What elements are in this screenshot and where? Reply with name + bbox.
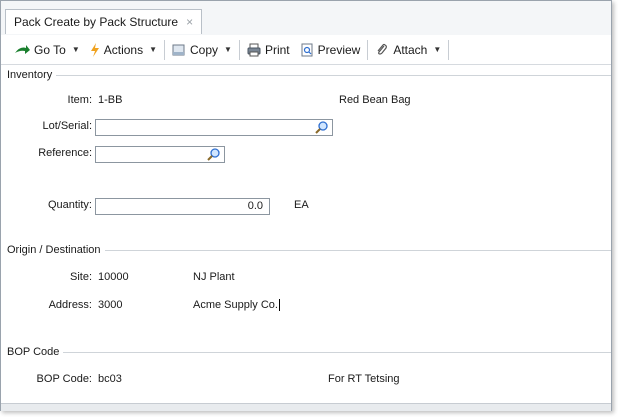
bop-code-value: bc03 [98, 373, 122, 385]
actions-button[interactable]: Actions ▼ [85, 39, 162, 61]
text-cursor [278, 299, 280, 312]
chevron-down-icon: ▼ [149, 45, 158, 54]
section-divider [7, 352, 611, 353]
reference-input[interactable] [95, 146, 225, 163]
search-icon[interactable] [206, 147, 221, 162]
quantity-value: 0.0 [247, 200, 263, 212]
bop-legend: BOP Code [7, 346, 64, 358]
paperclip-icon [377, 43, 388, 55]
toolbar-separator [448, 39, 450, 60]
attach-button[interactable]: Attach ▼ [370, 39, 446, 61]
address-description[interactable]: Acme Supply Co. [193, 299, 280, 312]
site-value: 10000 [98, 271, 129, 283]
address-value: 3000 [98, 299, 123, 311]
bop-code-label: BOP Code: [36, 373, 92, 385]
lot-serial-label: Lot/Serial: [42, 120, 92, 132]
actions-label: Actions [103, 42, 144, 57]
copy-button[interactable]: Copy ▼ [167, 39, 237, 61]
toolbar: Go To ▼ Actions ▼ Copy ▼ Print Preview A… [1, 35, 611, 65]
unit-of-measure: EA [294, 199, 309, 211]
pack-create-window: Pack Create by Pack Structure × Go To ▼ … [0, 0, 612, 411]
address-label: Address: [48, 299, 92, 311]
site-label: Site: [69, 271, 92, 283]
copy-label: Copy [190, 42, 219, 57]
lot-serial-input[interactable] [95, 119, 333, 136]
origin-legend: Origin / Destination [7, 244, 105, 256]
toolbar-separator [164, 39, 166, 60]
address-description-text: Acme Supply Co. [193, 299, 278, 311]
print-label: Print [264, 42, 290, 57]
toolbar-separator [238, 39, 240, 60]
quantity-input[interactable]: 0.0 [95, 198, 270, 215]
section-divider [7, 75, 611, 76]
attach-label: Attach [393, 42, 428, 57]
preview-button[interactable]: Preview [295, 39, 366, 61]
chevron-down-icon: ▼ [224, 45, 232, 54]
quantity-label: Quantity: [47, 199, 92, 211]
inventory-section: Inventory Item: 1-BB Red Bean Bag Lot/Se… [1, 67, 611, 227]
tab-title: Pack Create by Pack Structure [14, 15, 179, 29]
tab-strip: Pack Create by Pack Structure × [1, 1, 611, 36]
lightning-icon [90, 42, 99, 57]
item-label: Item: [67, 94, 92, 106]
preview-icon [301, 43, 313, 56]
bottom-scroll-bar [1, 403, 611, 411]
tab-pack-create[interactable]: Pack Create by Pack Structure × [5, 9, 203, 34]
goto-arrow-icon [15, 44, 30, 54]
printer-icon [247, 43, 261, 56]
reference-label: Reference: [38, 147, 92, 159]
goto-label: Go To [34, 42, 66, 57]
preview-label: Preview [317, 42, 361, 57]
copy-icon [172, 44, 185, 55]
toolbar-separator [367, 39, 369, 60]
site-description: NJ Plant [193, 271, 235, 283]
bop-code-section: BOP Code BOP Code: bc03 For RT Tetsing [1, 345, 611, 405]
close-icon[interactable]: × [186, 15, 193, 29]
item-description: Red Bean Bag [339, 94, 411, 106]
chevron-down-icon: ▼ [433, 45, 442, 54]
print-button[interactable]: Print [242, 39, 295, 61]
bop-code-description: For RT Tetsing [328, 373, 400, 385]
chevron-down-icon: ▼ [71, 45, 80, 54]
item-value: 1-BB [98, 94, 123, 106]
goto-button[interactable]: Go To ▼ [9, 39, 85, 61]
search-icon[interactable] [314, 120, 329, 135]
inventory-legend: Inventory [7, 69, 57, 81]
origin-destination-section: Origin / Destination Site: 10000 NJ Plan… [1, 243, 611, 333]
